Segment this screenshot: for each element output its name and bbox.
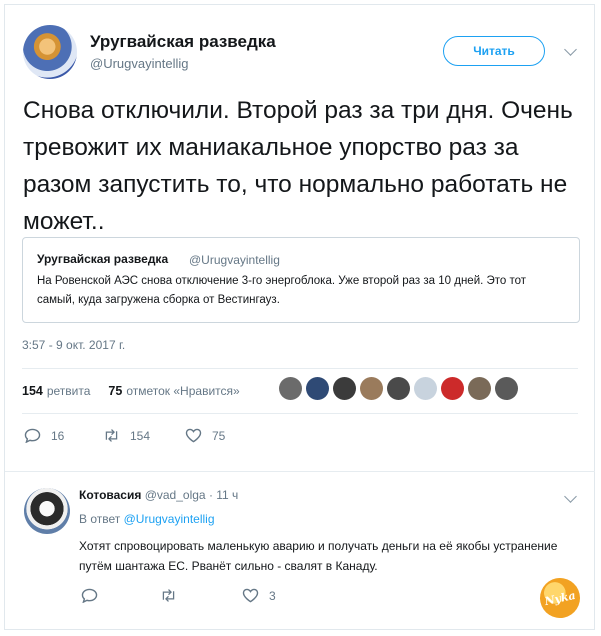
- divider: [5, 471, 595, 472]
- reply-text: Хотят спровоцировать маленькую аварию и …: [79, 539, 558, 573]
- tweet-timestamp[interactable]: 3:57 - 9 окт. 2017 г.: [22, 338, 125, 352]
- quote-author-name: Уругвайская разведка: [37, 252, 169, 266]
- heart-icon: [242, 588, 259, 603]
- reply-action[interactable]: 16: [24, 428, 64, 443]
- reply-icon: [81, 588, 98, 603]
- likes-count[interactable]: 75: [108, 384, 122, 398]
- reply-like-action[interactable]: 3: [242, 588, 276, 603]
- follow-button[interactable]: Читать: [443, 36, 545, 66]
- author-handle[interactable]: @Urugvayintellig: [90, 56, 188, 71]
- reply-header: Котовасия @vad_olga · 11 ч: [79, 488, 238, 502]
- liker-avatar[interactable]: [387, 377, 410, 400]
- retweet-count: 154: [130, 428, 151, 443]
- reply-time[interactable]: · 11 ч: [209, 488, 238, 502]
- engagement-stats: 154 ретвита 75 отметок «Нравится»: [22, 384, 240, 398]
- quote-author-handle: @Urugvayintellig: [189, 253, 280, 267]
- reply-author-name[interactable]: Котовасия: [79, 488, 141, 502]
- reply-author-handle[interactable]: @vad_olga: [145, 488, 206, 502]
- divider: [22, 413, 578, 414]
- tweet-text: Снова отключили. Второй раз за три дня. …: [23, 97, 573, 235]
- liker-avatars: [279, 377, 518, 400]
- heart-icon: [185, 428, 202, 443]
- reply-author-avatar[interactable]: [24, 488, 70, 534]
- reply-icon: [24, 428, 41, 443]
- liker-avatar[interactable]: [468, 377, 491, 400]
- quote-text: На Ровенской АЭС снова отключение 3-го э…: [37, 275, 527, 306]
- like-count: 75: [212, 428, 226, 443]
- reply-to-mention[interactable]: @Urugvayintellig: [124, 512, 215, 526]
- likes-label[interactable]: отметок «Нравится»: [126, 384, 239, 398]
- retweets-count[interactable]: 154: [22, 384, 43, 398]
- reply-count: 16: [51, 428, 65, 443]
- quoted-tweet[interactable]: Уругвайская разведка @Urugvayintellig На…: [22, 237, 580, 323]
- reply-like-count: 3: [269, 588, 276, 603]
- retweet-icon: [162, 589, 175, 602]
- retweets-label[interactable]: ретвита: [47, 384, 91, 398]
- author-name[interactable]: Уругвайская разведка: [90, 32, 276, 52]
- retweet-action[interactable]: 154: [103, 428, 150, 443]
- reply-context: В ответ @Urugvayintellig: [79, 512, 215, 526]
- liker-avatar[interactable]: [306, 377, 329, 400]
- liker-avatar[interactable]: [414, 377, 437, 400]
- liker-avatar[interactable]: [441, 377, 464, 400]
- liker-avatar[interactable]: [495, 377, 518, 400]
- liker-avatar[interactable]: [360, 377, 383, 400]
- liker-avatar[interactable]: [279, 377, 302, 400]
- reply-retweet-action[interactable]: [160, 588, 177, 603]
- reply-reply-action[interactable]: [81, 588, 98, 603]
- divider: [22, 368, 578, 369]
- liker-avatar[interactable]: [333, 377, 356, 400]
- watermark-text: Nyka: [543, 588, 577, 608]
- retweet-icon: [105, 429, 118, 442]
- author-avatar[interactable]: [23, 25, 77, 79]
- reply-to-label: В ответ: [79, 512, 121, 526]
- like-action[interactable]: 75: [185, 428, 225, 443]
